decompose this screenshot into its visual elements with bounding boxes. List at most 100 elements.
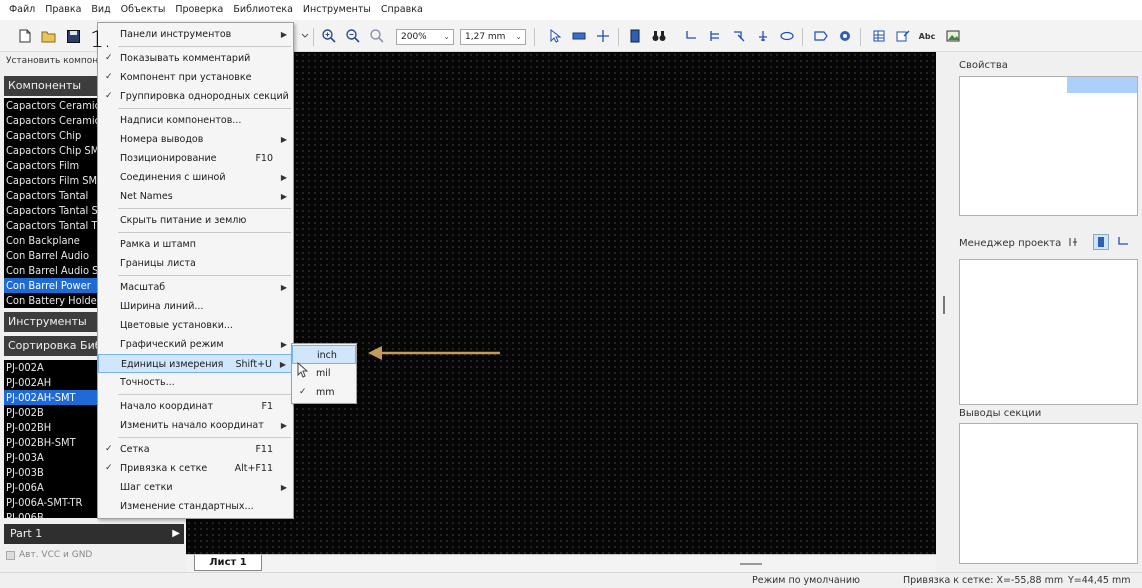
net-label-icon[interactable] bbox=[778, 27, 796, 45]
menu-item-2[interactable]: Вид bbox=[86, 0, 115, 20]
grid-step-select[interactable]: 1,27 mm ⌄ bbox=[460, 29, 526, 45]
submenu-arrow-icon: ▶ bbox=[280, 192, 287, 201]
sheet-tab-bar: Лист 1 bbox=[186, 554, 936, 572]
submenu-arrow-icon: ▶ bbox=[280, 173, 287, 182]
view-menu-item[interactable]: Net Names ▶ bbox=[98, 187, 293, 206]
units-option[interactable]: ✓ mm bbox=[292, 383, 356, 402]
view-menu-item[interactable]: Скрыть питание и землю bbox=[98, 211, 293, 230]
zoom-out-icon[interactable] bbox=[344, 27, 362, 45]
junction-tool-icon[interactable] bbox=[594, 27, 612, 45]
mouse-cursor-icon bbox=[297, 362, 309, 378]
properties-selected-cell[interactable] bbox=[1067, 77, 1137, 93]
menu-item-5[interactable]: Библиотека bbox=[228, 0, 298, 20]
view-menu-item[interactable]: Точность... bbox=[98, 373, 293, 392]
power-port-icon[interactable] bbox=[754, 27, 772, 45]
save-icon[interactable] bbox=[64, 27, 82, 45]
auto-vcc-gnd-label: Авт. VCC и GND bbox=[19, 550, 93, 560]
text-tool-icon[interactable]: Abc bbox=[918, 27, 936, 45]
view-menu-item[interactable]: ✓ Сетка F11 bbox=[98, 440, 293, 459]
text-tool-label: Abc bbox=[918, 31, 936, 41]
menu-item-1[interactable]: Правка bbox=[40, 0, 86, 20]
view-menu-item-label: Цветовые установки... bbox=[120, 320, 233, 331]
wire-tool-icon[interactable] bbox=[682, 27, 700, 45]
submenu-arrow-icon: ▶ bbox=[280, 421, 287, 430]
sheet-tab-1[interactable]: Лист 1 bbox=[194, 555, 262, 571]
view-menu-item-label: Скрыть питание и землю bbox=[120, 215, 247, 226]
project-toggle-icon[interactable] bbox=[1067, 236, 1079, 251]
view-menu-item[interactable]: Изменить начало координат ▶ bbox=[98, 416, 293, 435]
project-manager-box[interactable] bbox=[959, 259, 1138, 405]
zoom-select[interactable]: 200% ⌄ bbox=[396, 29, 454, 45]
view-menu-item[interactable]: Графический режим ▶ bbox=[98, 335, 293, 354]
view-menu-item[interactable]: Начало координат F1 bbox=[98, 397, 293, 416]
view-menu-item[interactable]: Соединения с шиной ▶ bbox=[98, 168, 293, 187]
view-menu-item[interactable]: Цветовые установки... bbox=[98, 316, 293, 335]
section-pins-box[interactable] bbox=[959, 423, 1138, 564]
view-menu-item[interactable]: Номера выводов ▶ bbox=[98, 130, 293, 149]
grid-step-value: 1,27 mm bbox=[465, 32, 506, 42]
project-manager-label: Менеджер проекта bbox=[959, 238, 1062, 249]
view-menu-item[interactable]: Рамка и штамп bbox=[98, 235, 293, 254]
submenu-arrow-icon: ▶ bbox=[280, 340, 287, 349]
sheet-symbol-icon[interactable] bbox=[836, 27, 854, 45]
view-menu-item[interactable]: Единицы измерения Shift+U ▶ bbox=[98, 354, 293, 373]
checkmark-icon: ✓ bbox=[105, 91, 113, 101]
edit-sheet-icon[interactable] bbox=[894, 27, 912, 45]
view-menu-item-label: Масштаб bbox=[120, 282, 166, 293]
view-menu-item-label: Группировка однородных секций bbox=[120, 91, 289, 102]
view-menu-item[interactable]: Панели инструментов ▶ bbox=[98, 25, 293, 44]
view-menu-item[interactable]: Границы листа bbox=[98, 254, 293, 273]
menu-separator bbox=[118, 437, 291, 438]
checkmark-icon: ✓ bbox=[105, 463, 113, 473]
view-menu-item[interactable]: Изменение стандартных... bbox=[98, 497, 293, 516]
menu-item-0[interactable]: Файл bbox=[4, 0, 40, 20]
view-menu[interactable]: Панели инструментов ▶ ✓ Показывать коммента… bbox=[97, 22, 294, 519]
view-menu-item-label: Net Names bbox=[120, 191, 173, 202]
checkbox-box[interactable] bbox=[6, 550, 15, 560]
zoom-in-icon[interactable] bbox=[320, 27, 338, 45]
view-menu-item[interactable]: Позиционирование F10 bbox=[98, 149, 293, 168]
open-folder-icon[interactable] bbox=[40, 27, 58, 45]
bus-tool-icon[interactable] bbox=[706, 27, 724, 45]
view-menu-item[interactable]: ✓ Привязка к сетке Alt+F11 bbox=[98, 459, 293, 478]
view-menu-item[interactable]: ✓ Показывать комментарий bbox=[98, 49, 293, 68]
view-menu-item[interactable]: Шаг сетки ▶ bbox=[98, 478, 293, 497]
find-binoculars-icon[interactable] bbox=[650, 27, 668, 45]
menu-bar: Файл Правка Вид Объекты Проверка Библиотека Ин… bbox=[0, 0, 1142, 20]
view-menu-item[interactable]: ✓ Компонент при установке bbox=[98, 68, 293, 87]
properties-box[interactable] bbox=[959, 76, 1138, 216]
submenu-arrow-icon: ▶ bbox=[279, 360, 286, 369]
menu-item-6[interactable]: Инструменты bbox=[298, 0, 376, 20]
project-wire-icon[interactable] bbox=[1117, 236, 1129, 251]
view-menu-item[interactable]: ✓ Группировка однородных секций bbox=[98, 87, 293, 106]
chevron-down-icon: ⌄ bbox=[515, 32, 522, 41]
part-selector[interactable]: Part 1 ▶ bbox=[4, 524, 184, 544]
project-tree-icon[interactable] bbox=[1093, 234, 1109, 250]
pointer-tool-icon[interactable] bbox=[546, 27, 564, 45]
right-panel: Свойства Менеджер проекта Выводы секции bbox=[945, 52, 1142, 572]
status-snap: Привязка к сетке: X=-55,88 mm bbox=[903, 575, 1064, 586]
view-menu-item[interactable]: Ширина линий... bbox=[98, 297, 293, 316]
zoom-fit-icon[interactable] bbox=[368, 27, 386, 45]
horizontal-scroll-handle[interactable] bbox=[740, 563, 762, 565]
port-icon[interactable] bbox=[812, 27, 830, 45]
chevron-down-icon: ⌄ bbox=[443, 32, 450, 41]
image-icon[interactable] bbox=[944, 27, 962, 45]
units-option-label: mm bbox=[316, 387, 335, 398]
menu-separator bbox=[118, 108, 291, 109]
section-pins-label: Выводы секции bbox=[959, 408, 1042, 419]
menu-item-4[interactable]: Проверка bbox=[170, 0, 228, 20]
component-tool-icon[interactable] bbox=[570, 27, 588, 45]
schematic-canvas[interactable] bbox=[186, 52, 936, 554]
library-icon[interactable] bbox=[626, 27, 644, 45]
auto-vcc-gnd-checkbox[interactable]: Авт. VCC и GND bbox=[6, 550, 92, 560]
menu-item-3[interactable]: Объекты bbox=[116, 0, 171, 20]
view-menu-item[interactable]: Масштаб ▶ bbox=[98, 278, 293, 297]
table-icon[interactable] bbox=[870, 27, 888, 45]
menu-item-7[interactable]: Справка bbox=[376, 0, 428, 20]
bus-entry-icon[interactable] bbox=[730, 27, 748, 45]
new-file-icon[interactable] bbox=[16, 27, 34, 45]
view-menu-item-label: Сетка bbox=[120, 444, 150, 455]
view-menu-item[interactable]: Надписи компонентов... bbox=[98, 111, 293, 130]
chevron-down-icon[interactable] bbox=[296, 27, 314, 45]
